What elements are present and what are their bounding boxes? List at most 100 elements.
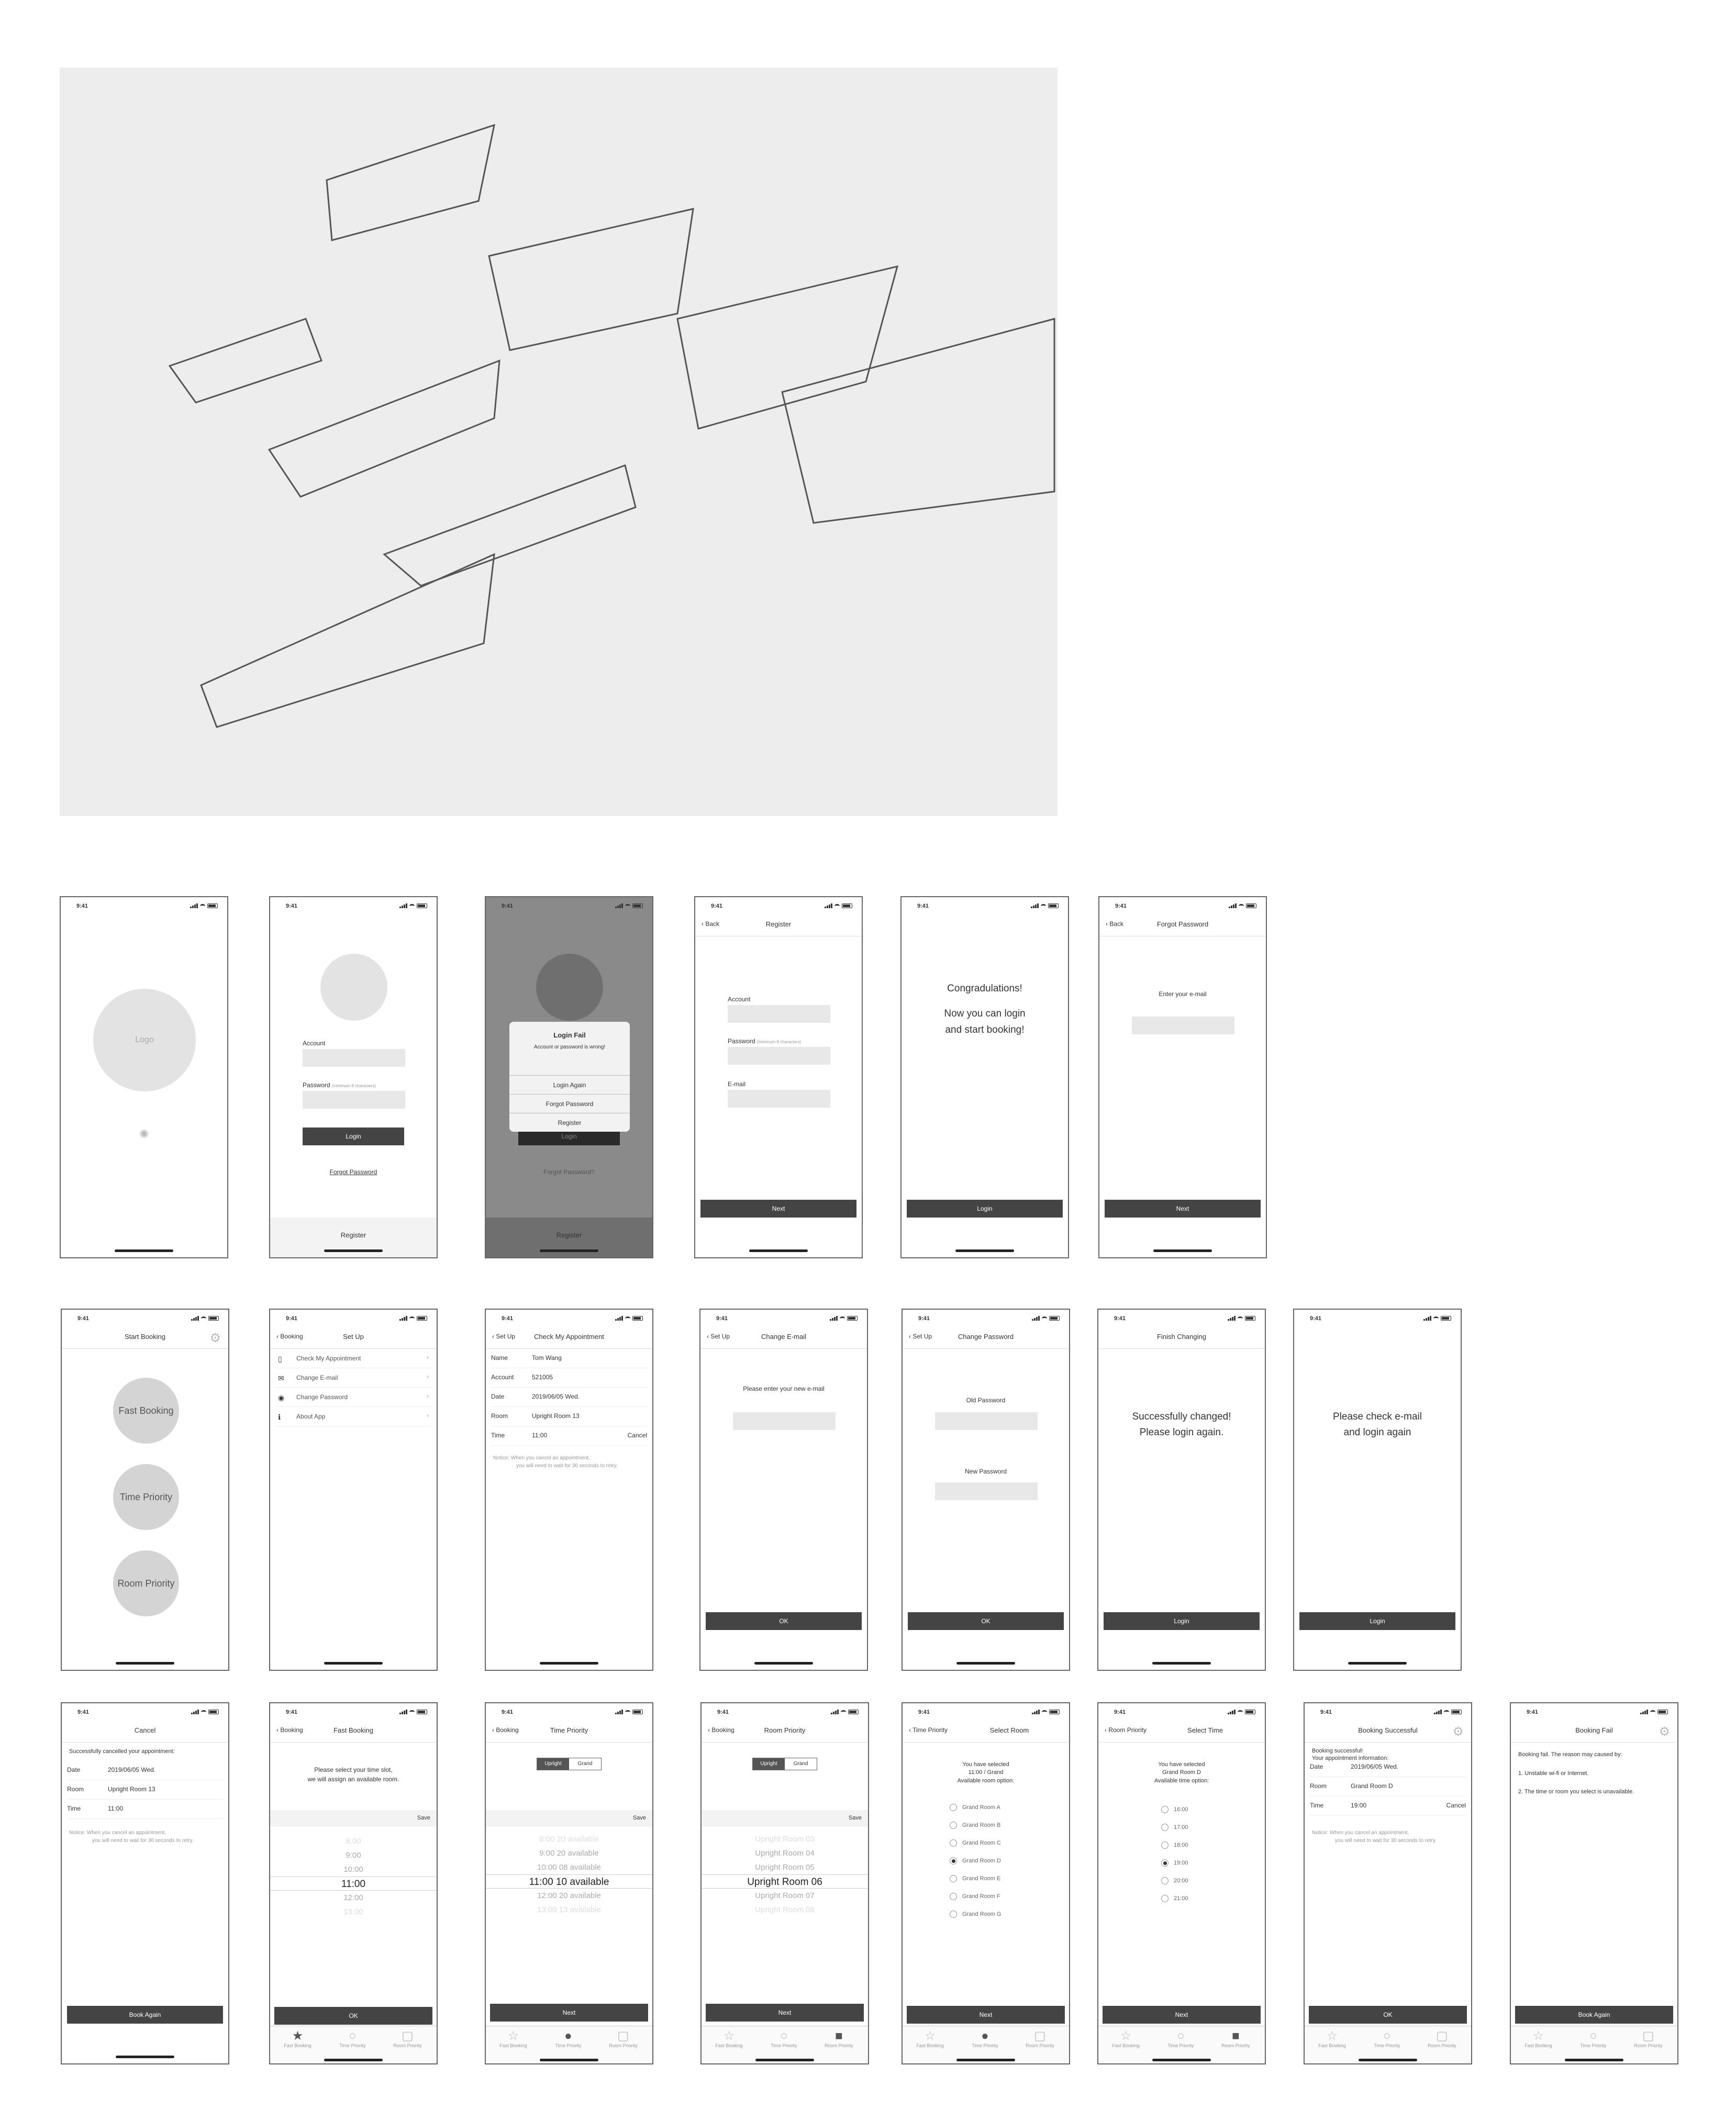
- book-again-button[interactable]: Book Again: [67, 2006, 223, 2024]
- time-option[interactable]: 20:00: [1161, 1877, 1188, 1884]
- account-field[interactable]: [303, 1049, 405, 1067]
- room-option[interactable]: Grand Room G: [950, 1911, 1001, 1918]
- tab-fast-booking[interactable]: ☆ Fast Booking: [1511, 2029, 1566, 2049]
- room-option[interactable]: Grand Room C: [950, 1839, 1001, 1847]
- tab-time-priority[interactable]: ○ Time Priority: [756, 2029, 811, 2049]
- forgot-password-option[interactable]: Forgot Password: [509, 1094, 630, 1113]
- login-again-option[interactable]: Login Again: [509, 1075, 630, 1094]
- tab-room-priority[interactable]: ■ Room Priority: [811, 2029, 866, 2049]
- tab-time-priority[interactable]: ● Time Priority: [541, 2029, 596, 2049]
- new-email-field[interactable]: [733, 1412, 836, 1430]
- tab-time-priority[interactable]: ○ Time Priority: [1566, 2029, 1621, 2049]
- menu-item-change-email[interactable]: ✉ Change E-mail ›: [275, 1368, 431, 1388]
- email-field[interactable]: [728, 1090, 830, 1108]
- picker-item[interactable]: 8:00 20 available: [486, 1832, 652, 1846]
- tab-room-priority[interactable]: ■ Room Priority: [1208, 2029, 1263, 2049]
- tab-time-priority[interactable]: ○ Time Priority: [1153, 2029, 1208, 2049]
- password-field[interactable]: [728, 1047, 830, 1065]
- segment-upright[interactable]: Upright: [537, 1758, 569, 1770]
- save-button[interactable]: Save: [417, 1815, 430, 1821]
- segment-grand[interactable]: Grand: [569, 1758, 601, 1770]
- save-button[interactable]: Save: [633, 1815, 646, 1821]
- tab-time-priority[interactable]: ● Time Priority: [958, 2029, 1012, 2049]
- segment-grand[interactable]: Grand: [785, 1758, 817, 1770]
- tab-fast-booking[interactable]: ☆ Fast Booking: [1305, 2029, 1360, 2049]
- room-option[interactable]: Grand Room A: [950, 1804, 1000, 1811]
- forgot-password-link[interactable]: Forgot Password?: [486, 1168, 652, 1176]
- picker-item-selected[interactable]: Upright Room 06: [702, 1874, 868, 1889]
- account-field[interactable]: [728, 1005, 830, 1023]
- picker-item[interactable]: 12:00: [270, 1891, 437, 1905]
- back-button[interactable]: ‹ Room Priority: [1105, 1726, 1147, 1734]
- new-password-field[interactable]: [935, 1482, 1038, 1500]
- forgot-password-link[interactable]: Forgot Password: [270, 1168, 437, 1176]
- tab-fast-booking[interactable]: ☆ Fast Booking: [486, 2029, 541, 2049]
- register-option[interactable]: Register: [509, 1113, 630, 1132]
- time-priority-button[interactable]: Time Priority: [113, 1464, 179, 1530]
- fast-booking-button[interactable]: Fast Booking: [113, 1378, 179, 1444]
- next-button[interactable]: Next: [490, 2004, 648, 2022]
- next-button[interactable]: Next: [700, 1200, 856, 1218]
- time-picker[interactable]: 8:00 20 available 9:00 20 available 10:0…: [486, 1832, 652, 1917]
- room-option[interactable]: Grand Room F: [950, 1893, 1000, 1900]
- next-button[interactable]: Next: [1103, 2006, 1261, 2024]
- time-option[interactable]: 21:00: [1161, 1895, 1188, 1902]
- picker-item[interactable]: 9:00: [270, 1848, 437, 1862]
- book-again-button[interactable]: Book Again: [1515, 2006, 1673, 2024]
- picker-item[interactable]: Upright Room 08: [702, 1903, 868, 1917]
- tab-fast-booking[interactable]: ☆ Fast Booking: [1098, 2029, 1153, 2049]
- picker-item[interactable]: Upright Room 05: [702, 1860, 868, 1874]
- picker-item[interactable]: 12:00 20 available: [486, 1889, 652, 1903]
- picker-item[interactable]: 10:00: [270, 1862, 437, 1877]
- next-button[interactable]: Next: [706, 2004, 864, 2022]
- cancel-link[interactable]: Cancel: [628, 1432, 647, 1439]
- tab-room-priority[interactable]: ▢ Room Priority: [1012, 2029, 1067, 2049]
- picker-item-selected[interactable]: 11:00 10 available: [486, 1874, 652, 1889]
- back-button[interactable]: ‹ Time Priority: [909, 1726, 948, 1734]
- tab-time-priority[interactable]: ○ Time Priority: [1360, 2029, 1415, 2049]
- old-password-field[interactable]: [935, 1412, 1038, 1430]
- time-option[interactable]: 17:00: [1161, 1824, 1188, 1831]
- room-option[interactable]: Grand Room B: [950, 1822, 1000, 1829]
- picker-item[interactable]: 8:00: [270, 1834, 437, 1848]
- login-button[interactable]: Login: [1104, 1612, 1260, 1630]
- tab-room-priority[interactable]: ▢ Room Priority: [380, 2029, 435, 2049]
- ok-button[interactable]: OK: [1309, 2006, 1467, 2024]
- room-picker[interactable]: Upright Room 03 Upright Room 04 Upright …: [702, 1832, 868, 1917]
- gear-icon[interactable]: ⚙: [1452, 1724, 1464, 1739]
- picker-item[interactable]: 13:00: [270, 1905, 437, 1919]
- picker-item[interactable]: 13:00 13 available: [486, 1903, 652, 1917]
- login-button[interactable]: Login: [303, 1128, 404, 1145]
- next-button[interactable]: Next: [1105, 1200, 1261, 1218]
- picker-item[interactable]: 9:00 20 available: [486, 1846, 652, 1860]
- menu-item-change-password[interactable]: ◉ Change Password ›: [275, 1388, 431, 1407]
- time-option[interactable]: 16:00: [1161, 1806, 1188, 1813]
- ok-button[interactable]: OK: [706, 1612, 862, 1630]
- room-option[interactable]: Grand Room E: [950, 1875, 1000, 1882]
- picker-item[interactable]: Upright Room 03: [702, 1832, 868, 1846]
- time-picker[interactable]: 8:00 9:00 10:00 11:00 12:00 13:00: [270, 1834, 437, 1919]
- tab-fast-booking[interactable]: ★ Fast Booking: [270, 2029, 325, 2049]
- tab-room-priority[interactable]: ▢ Room Priority: [1621, 2029, 1676, 2049]
- tab-fast-booking[interactable]: ☆ Fast Booking: [903, 2029, 958, 2049]
- time-option[interactable]: 18:00: [1161, 1841, 1188, 1849]
- menu-item-about-app[interactable]: ℹ About App ›: [275, 1407, 431, 1426]
- menu-item-check-appointment[interactable]: ▯ Check My Appointment ›: [275, 1349, 431, 1368]
- tab-time-priority[interactable]: ○ Time Priority: [325, 2029, 380, 2049]
- password-field[interactable]: [303, 1091, 405, 1109]
- ok-button[interactable]: OK: [274, 2007, 432, 2025]
- tab-fast-booking[interactable]: ☆ Fast Booking: [702, 2029, 756, 2049]
- room-priority-button[interactable]: Room Priority: [113, 1550, 179, 1616]
- save-button[interactable]: Save: [849, 1815, 862, 1821]
- segment-upright[interactable]: Upright: [753, 1758, 785, 1770]
- login-button[interactable]: Login: [907, 1200, 1063, 1218]
- picker-item[interactable]: Upright Room 04: [702, 1846, 868, 1860]
- login-button[interactable]: Login: [1299, 1612, 1455, 1630]
- gear-icon[interactable]: ⚙: [1659, 1724, 1670, 1739]
- picker-item[interactable]: 10:00 08 available: [486, 1860, 652, 1874]
- picker-item-selected[interactable]: 11:00: [270, 1877, 437, 1891]
- cancel-link[interactable]: Cancel: [1446, 1802, 1466, 1809]
- gear-icon[interactable]: ⚙: [209, 1331, 221, 1346]
- ok-button[interactable]: OK: [908, 1612, 1064, 1630]
- time-option-selected[interactable]: 19:00: [1161, 1859, 1188, 1867]
